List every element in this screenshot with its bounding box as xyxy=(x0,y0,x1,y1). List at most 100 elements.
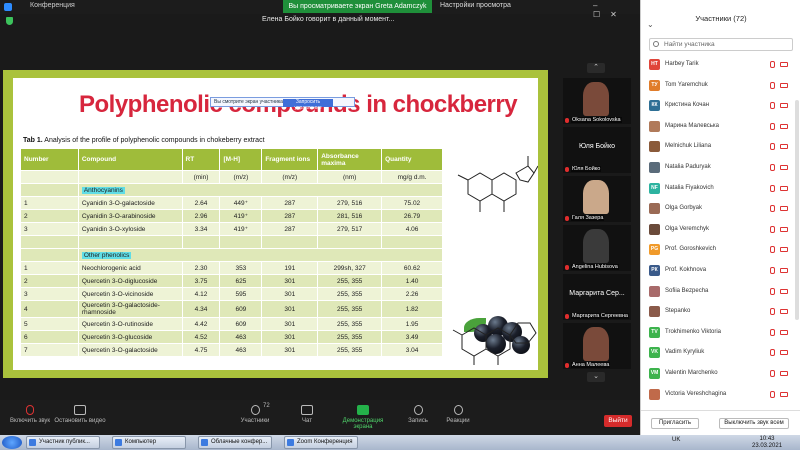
table-cell: 299sh, 327 xyxy=(317,261,383,275)
participant-name: Vadim Kyryliuk xyxy=(665,349,705,356)
participant-row[interactable]: Sofiia Bezpecha xyxy=(649,285,789,299)
table-cell: 255, 355 xyxy=(317,287,383,301)
avatar xyxy=(649,141,660,153)
participant-row[interactable]: PG Prof. Goroshkevich xyxy=(649,243,789,257)
task-zoom[interactable]: Zoom Конференция xyxy=(284,436,358,449)
table-cell: 301 xyxy=(261,330,319,344)
chat-button[interactable]: Чат xyxy=(277,403,337,424)
participant-row[interactable]: ТУ Tom Yaremchuk xyxy=(649,79,789,93)
table-row xyxy=(20,235,443,249)
table-cell: 6 xyxy=(20,330,79,344)
participant-thumbnail[interactable]: Галя Зазера xyxy=(563,176,631,222)
stop-video-button[interactable]: Остановить видео xyxy=(50,403,110,424)
task-computer[interactable]: Компьютер xyxy=(112,436,186,449)
panel-scrollbar[interactable] xyxy=(795,100,799,320)
annotation-bar-label: Вы смотрите экран участника xyxy=(214,99,283,105)
scroll-up-button[interactable]: ⌃ xyxy=(587,63,605,73)
start-button[interactable] xyxy=(2,436,22,449)
avatar xyxy=(649,162,660,173)
video-thumbnails: ⌃ Oksana Sokolovska Юля Бойко Юля Бойко Гал… xyxy=(557,60,637,390)
table-cell: 1.40 xyxy=(381,274,443,288)
remote-control-bar[interactable]: Вы смотрите экран участника Запросить уп… xyxy=(210,97,355,111)
table-cell: 2 xyxy=(20,209,79,223)
unmute-label: Включить звук xyxy=(9,418,50,424)
task-participant[interactable]: Участник публик... xyxy=(26,436,100,449)
security-shield-icon[interactable] xyxy=(6,17,13,25)
participant-thumbnail[interactable]: Анна Малеева xyxy=(563,323,631,369)
participant-thumbnail[interactable]: Angelina Hubisova xyxy=(563,225,631,271)
view-settings-menu[interactable]: Настройки просмотра xyxy=(440,2,511,9)
zoom-icon xyxy=(4,3,12,11)
participants-button[interactable]: Участники 72 xyxy=(225,403,285,424)
mic-muted-icon xyxy=(770,81,775,89)
participant-row[interactable]: Victoria Vereshchagina xyxy=(649,388,789,402)
table-row: 1 Neochlorogenic acid 2.30 353 191 299sh, 327… xyxy=(20,261,443,275)
record-label: Запись xyxy=(408,418,428,424)
mic-muted-icon xyxy=(770,328,775,336)
column-header: RT xyxy=(181,148,221,171)
participant-row[interactable]: РК Prof. Kokhnova xyxy=(649,264,789,278)
video-off-icon xyxy=(780,391,788,397)
mic-off-icon xyxy=(565,265,569,270)
video-off-icon xyxy=(780,226,788,232)
participant-thumbnail[interactable]: Маргарита Сер... Маргарита Сергеевна xyxy=(563,274,631,320)
participant-name: Olga Veremchyk xyxy=(665,225,710,232)
mic-muted-icon xyxy=(770,349,775,357)
participant-row[interactable]: Melnichuk Liliana xyxy=(649,140,789,154)
video-off-icon xyxy=(780,371,788,376)
table-cell: 463 xyxy=(219,343,263,357)
mic-muted-icon xyxy=(770,246,775,254)
window-controls[interactable]: ‒☐✕ xyxy=(593,1,640,19)
table-cell: 2.64 xyxy=(181,196,221,210)
participant-row[interactable]: Stepanko xyxy=(649,305,789,319)
participant-row[interactable]: Марина Малевська xyxy=(649,120,789,134)
participant-row[interactable]: TV Trokhimenko Viktoria xyxy=(649,326,789,340)
polyphenol-table: Number Compound RT [M-H] Fragment ions Absorb… xyxy=(20,148,444,357)
table-cell: Cyanidin 3-O-xyloside xyxy=(77,222,183,236)
task-cloud-conf[interactable]: Облачные конфер... xyxy=(198,436,272,449)
language-indicator[interactable]: UK xyxy=(672,437,680,443)
participant-name: Sofiia Bezpecha xyxy=(665,287,709,294)
thumbnail-name: Анна Малеева xyxy=(571,362,611,368)
participant-row[interactable]: Olga Veremchyk xyxy=(649,223,789,237)
participant-thumbnail[interactable]: Юля Бойко Юля Бойко xyxy=(563,127,631,173)
reactions-button[interactable]: Реакции xyxy=(428,403,488,424)
table-cell xyxy=(77,170,183,184)
participant-name: Natalia Fiyakovich xyxy=(665,184,714,191)
table-cell: 1.95 xyxy=(381,317,443,331)
clock[interactable]: 10:43 23.03.2021 xyxy=(752,436,782,450)
participant-row[interactable]: VM Valentin Marchenko xyxy=(649,367,789,381)
panel-footer: Пригласить Выключить звук всем xyxy=(641,410,800,435)
table-row: 3 Quercetin 3-O-vicinoside 4.12 595 301 255, … xyxy=(20,287,443,301)
cyanidin-structure-icon xyxy=(457,156,538,212)
table-cell: 2 xyxy=(20,274,79,288)
table-cell: 301 xyxy=(261,300,319,318)
participant-row[interactable]: КК Кристина Кочан xyxy=(649,99,789,113)
participant-thumbnail[interactable]: Oksana Sokolovska xyxy=(563,78,631,124)
table-cell: (nm) xyxy=(317,170,383,184)
group-cell: Other phenolics xyxy=(77,248,444,262)
leave-button[interactable]: Выйти xyxy=(604,415,632,427)
table-cell: 26.79 xyxy=(381,209,443,223)
participant-name: Prof. Goroshkevich xyxy=(665,246,717,253)
thumbnail-name: Юля Бойко xyxy=(571,166,602,172)
participant-row[interactable]: Olga Gorbyak xyxy=(649,202,789,216)
video-off-icon xyxy=(780,247,788,253)
group-row: Anthocyanins xyxy=(20,183,444,197)
invite-button[interactable]: Пригласить xyxy=(651,418,699,429)
participant-row[interactable]: НТ Harbey Tarik xyxy=(649,58,789,72)
share-screen-button[interactable]: Демонстрация экрана xyxy=(333,403,393,430)
table-cell: 625 xyxy=(219,274,263,288)
participant-row[interactable]: NF Natalia Fiyakovich xyxy=(649,182,789,196)
table-cell: (min) xyxy=(181,170,221,184)
scroll-down-button[interactable]: ⌄ xyxy=(587,372,605,382)
request-control-button[interactable]: Запросить управление xyxy=(283,99,333,111)
mute-all-button[interactable]: Выключить звук всем xyxy=(719,418,789,429)
table-cell: 1 xyxy=(20,196,79,210)
participant-search-input[interactable]: Найти участника xyxy=(649,38,793,51)
table-cell: Quercetin 3-O-vicinoside xyxy=(77,287,183,301)
participant-row[interactable]: VK Vadim Kyryliuk xyxy=(649,346,789,360)
mic-off-icon xyxy=(565,314,569,319)
participant-row[interactable]: Natalia Paduryak xyxy=(649,161,789,175)
thumbnail-name: Галя Зазера xyxy=(571,215,605,221)
